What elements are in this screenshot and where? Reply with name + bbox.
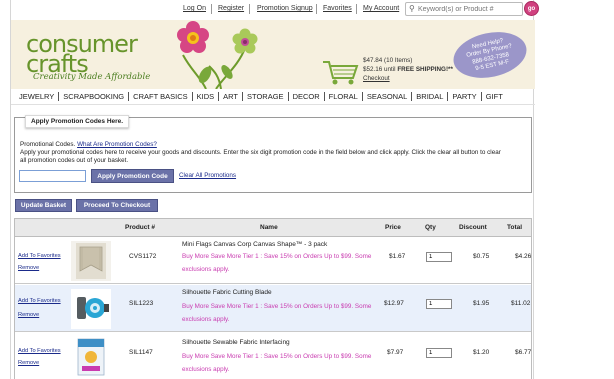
nav-seasonal[interactable]: SEASONAL (363, 92, 411, 101)
promotion-message: Buy More Save More Tier 1 : Save 15% on … (182, 253, 372, 273)
product-total: $6.77 (515, 349, 532, 356)
nav-jewelry[interactable]: JEWELRY (15, 92, 58, 101)
quantity-input[interactable] (426, 252, 452, 262)
apply-promotion-button[interactable]: Apply Promotion Code (91, 169, 174, 183)
product-image[interactable] (71, 337, 111, 377)
header-banner: consumer crafts Creativity Made Affordab… (11, 20, 535, 89)
my-account-link[interactable]: My Account (363, 5, 399, 12)
mini-cart[interactable]: $47.84 (10 Items) $52.16 until FREE SHIP… (321, 56, 471, 88)
promotion-panel: Apply Promotion Codes Here. Promotional … (14, 115, 532, 193)
promotion-code-input[interactable] (19, 170, 86, 182)
shopping-cart-icon (323, 61, 359, 85)
go-button[interactable]: go (524, 1, 539, 16)
what-are-promotion-codes-link[interactable]: What Are Promotion Codes? (77, 141, 157, 148)
login-link[interactable]: Log On (183, 5, 206, 12)
quantity-input[interactable] (426, 299, 452, 309)
remove-link[interactable]: Remove (18, 360, 39, 366)
flowers-illustration (177, 21, 258, 89)
nav-art[interactable]: ART (219, 92, 242, 101)
top-divider (316, 4, 317, 14)
nav-floral[interactable]: FLORAL (325, 92, 362, 101)
cart-total: $47.84 (10 Items) (363, 57, 413, 64)
product-discount: $1.20 (473, 349, 490, 356)
add-to-favorites-link[interactable]: Add To Favorites (18, 348, 61, 354)
remove-link[interactable]: Remove (18, 265, 39, 271)
header-qty: Qty (425, 224, 436, 231)
product-discount: $0.75 (473, 253, 490, 260)
product-total: $11.02 (511, 300, 531, 307)
product-image[interactable] (71, 241, 111, 281)
search-icon: ⚲ (409, 4, 415, 13)
search-input[interactable] (418, 4, 522, 14)
checkout-link[interactable]: Checkout (363, 75, 390, 82)
product-price: $1.67 (389, 253, 406, 260)
promo-intro-label: Promotional Codes. (20, 141, 78, 148)
promo-instructions-cont: all promotion codes out of your basket. (20, 157, 129, 164)
table-row: Add To Favorites Remove CVS1172 Mini Fla… (15, 237, 531, 284)
promo-instructions: Apply your promotional codes here to rec… (20, 149, 501, 156)
top-utility-bar: Log On Register Promotion Signup Favorit… (11, 0, 539, 20)
promotion-message: Buy More Save More Tier 1 : Save 15% on … (182, 303, 372, 323)
clear-all-promotions-link[interactable]: Clear All Promotions (179, 172, 236, 179)
promotion-panel-title: Apply Promotion Codes Here. (25, 115, 130, 128)
top-divider (249, 4, 250, 14)
nav-party[interactable]: PARTY (448, 92, 480, 101)
table-row: Add To Favorites Remove SIL1147 Silhouet… (15, 333, 531, 379)
nav-storage[interactable]: STORAGE (243, 92, 288, 101)
logo-tagline: Creativity Made Affordable (33, 72, 151, 82)
proceed-to-checkout-button[interactable]: Proceed To Checkout (76, 199, 158, 212)
header-product: Product # (125, 224, 155, 231)
header-price: Price (385, 224, 401, 231)
promotion-signup-link[interactable]: Promotion Signup (257, 5, 313, 12)
green-flower-icon (232, 28, 258, 54)
shipping-progress: $52.16 until FREE SHIPPING!** (363, 66, 453, 73)
product-name[interactable]: Silhouette Fabric Cutting Blade (182, 289, 272, 296)
favorites-link[interactable]: Favorites (323, 5, 352, 12)
promo-intro: Promotional Codes. What Are Promotion Co… (20, 141, 157, 148)
remove-link[interactable]: Remove (18, 312, 39, 318)
nav-decor[interactable]: DECOR (289, 92, 324, 101)
product-sku: CVS1172 (129, 253, 157, 260)
promotion-message: Buy More Save More Tier 1 : Save 15% on … (182, 353, 372, 373)
quantity-input[interactable] (426, 348, 452, 358)
product-price: $12.97 (384, 300, 404, 307)
product-sku: SIL1147 (129, 349, 153, 356)
header-name: Name (260, 224, 278, 231)
basket-table: Product # Name Price Qty Discount Total … (14, 218, 532, 379)
update-basket-button[interactable]: Update Basket (15, 199, 72, 212)
header-total: Total (507, 224, 523, 231)
free-shipping-text: FREE SHIPPING!** (397, 66, 453, 73)
product-total: $4.26 (515, 253, 532, 260)
add-to-favorites-link[interactable]: Add To Favorites (18, 298, 61, 304)
pink-flower-icon (177, 21, 209, 53)
shipping-remaining: $52.16 until (363, 66, 398, 73)
table-header: Product # Name Price Qty Discount Total (15, 219, 531, 237)
nav-kids[interactable]: KIDS (193, 92, 219, 101)
search-box: ⚲ (405, 2, 523, 16)
table-row: Add To Favorites Remove SIL1223 Silhouet… (15, 285, 531, 332)
product-image[interactable] (71, 289, 111, 329)
product-sku: SIL1223 (129, 300, 154, 307)
top-divider (211, 4, 212, 14)
product-discount: $1.95 (473, 300, 490, 307)
stems (182, 47, 246, 89)
nav-scrapbooking[interactable]: SCRAPBOOKING (59, 92, 128, 101)
add-to-favorites-link[interactable]: Add To Favorites (18, 253, 61, 259)
category-nav: JEWELRY SCRAPBOOKING CRAFT BASICS KIDS A… (11, 89, 535, 105)
register-link[interactable]: Register (218, 5, 244, 12)
header-discount: Discount (459, 224, 487, 231)
product-name[interactable]: Mini Flags Canvas Corp Canvas Shape™ - 3… (182, 241, 327, 248)
nav-gift[interactable]: GIFT (482, 92, 507, 101)
nav-bridal[interactable]: BRIDAL (412, 92, 447, 101)
page: Log On Register Promotion Signup Favorit… (0, 0, 614, 379)
product-name[interactable]: Silhouette Sewable Fabric Interfacing (182, 339, 290, 346)
nav-craft-basics[interactable]: CRAFT BASICS (129, 92, 191, 101)
top-divider (356, 4, 357, 14)
product-price: $7.97 (387, 349, 404, 356)
site-frame: Log On Register Promotion Signup Favorit… (10, 0, 539, 379)
